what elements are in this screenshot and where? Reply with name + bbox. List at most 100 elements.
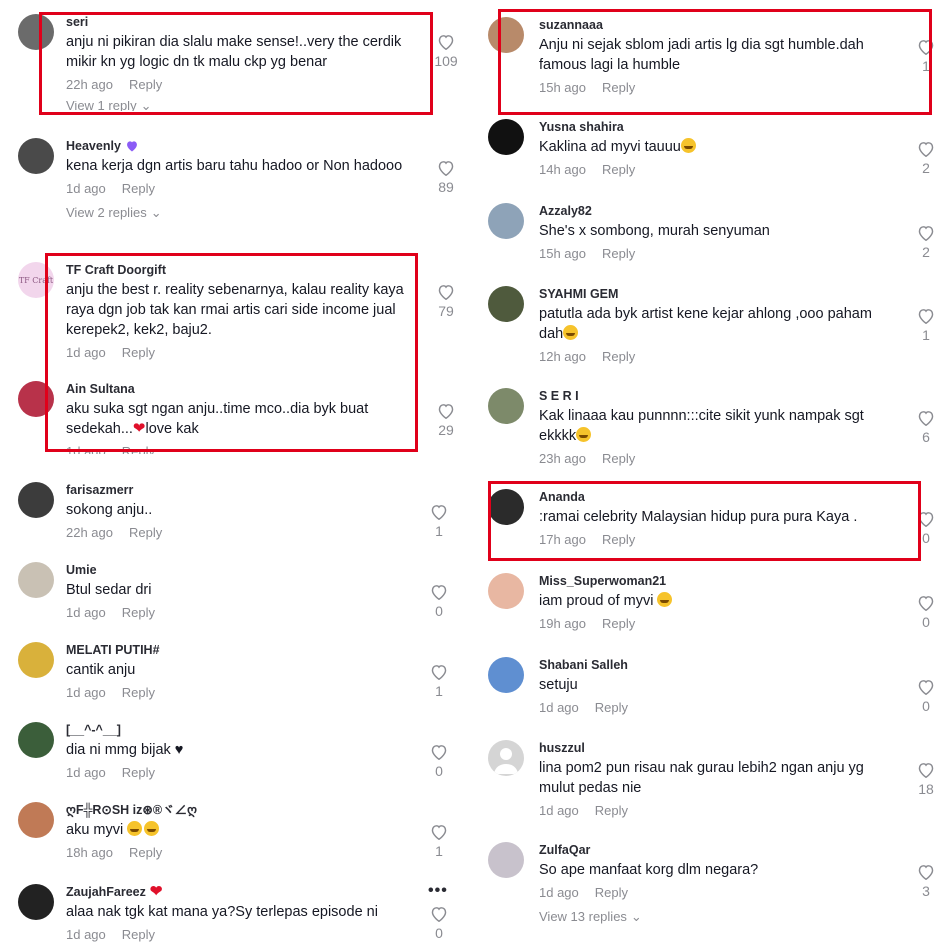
laughing-face-emoji-icon — [144, 821, 160, 836]
like-button[interactable]: 1 — [424, 664, 454, 700]
like-button[interactable]: 109 — [431, 34, 461, 70]
comment-username[interactable]: SYAHMI GEM — [539, 286, 899, 302]
like-button[interactable]: 6 — [911, 410, 941, 446]
comment-username[interactable]: Ain Sultana — [66, 381, 426, 397]
avatar[interactable] — [488, 657, 524, 693]
reply-button[interactable]: Reply — [595, 700, 628, 715]
reply-button[interactable]: Reply — [595, 885, 628, 900]
like-count: 29 — [438, 422, 454, 438]
avatar[interactable]: TF Craft — [18, 262, 54, 298]
comment-username[interactable]: farisazmerr — [66, 482, 426, 498]
comment-time: 1d ago — [66, 765, 106, 780]
like-button[interactable]: 29 — [431, 403, 461, 439]
comment-time: 15h ago — [539, 246, 586, 261]
comment-username[interactable]: Miss_Superwoman21 — [539, 573, 899, 589]
comment-username[interactable]: TF Craft Doorgift — [66, 262, 426, 278]
like-button[interactable]: 89 — [431, 160, 461, 196]
comment-text: Kak linaaa kau punnnn:::cite sikit yunk … — [539, 408, 864, 444]
comment-username[interactable]: [__^-^__] — [66, 722, 426, 738]
avatar[interactable] — [18, 14, 54, 50]
reply-button[interactable]: Reply — [602, 616, 635, 631]
view-replies-button[interactable]: View 1 reply ⌄ — [66, 101, 426, 111]
view-replies-button[interactable]: View 13 replies ⌄ — [539, 909, 899, 925]
avatar[interactable] — [488, 573, 524, 609]
reply-button[interactable]: Reply — [122, 765, 155, 780]
like-button[interactable]: 0 — [911, 679, 941, 715]
more-options-icon[interactable]: ••• — [428, 882, 448, 900]
view-replies-button[interactable]: View 2 replies ⌄ — [66, 205, 426, 221]
reply-button[interactable]: Reply — [122, 605, 155, 620]
reply-button[interactable]: Reply — [122, 927, 155, 942]
avatar[interactable] — [18, 722, 54, 758]
avatar[interactable] — [18, 642, 54, 678]
reply-button[interactable]: Reply — [602, 532, 635, 547]
reply-button[interactable]: Reply — [602, 162, 635, 177]
like-button[interactable]: 1 — [424, 824, 454, 860]
comment-username[interactable]: ღF╬R⊙SH iz⊛®ヾ∠ღ — [66, 802, 426, 818]
avatar[interactable] — [18, 381, 54, 417]
reply-button[interactable]: Reply — [122, 345, 155, 360]
comment-username[interactable]: suzannaaa — [539, 17, 899, 33]
heart-icon — [431, 585, 447, 600]
comment-username[interactable]: Heavenly — [66, 138, 426, 154]
reply-button[interactable]: Reply — [602, 80, 635, 95]
like-button[interactable]: 1 — [911, 308, 941, 344]
reply-button[interactable]: Reply — [129, 845, 162, 860]
comment-username[interactable]: huszzul — [539, 740, 899, 756]
avatar[interactable] — [18, 802, 54, 838]
avatar[interactable] — [488, 489, 524, 525]
avatar[interactable] — [488, 17, 524, 53]
like-button[interactable]: 2 — [911, 225, 941, 261]
avatar[interactable] — [488, 286, 524, 322]
like-button[interactable]: 18 — [911, 762, 941, 798]
avatar[interactable] — [18, 138, 54, 174]
comment-text: dia ni mmg bijak ♥ — [66, 742, 184, 758]
comment-time: 1d ago — [66, 927, 106, 942]
reply-button[interactable]: Reply — [122, 181, 155, 196]
heart-icon — [438, 285, 454, 300]
comment-username[interactable]: S E R I — [539, 388, 899, 404]
reply-button[interactable]: Reply — [122, 685, 155, 700]
reply-button[interactable]: Reply — [602, 246, 635, 261]
like-count: 1 — [922, 327, 930, 343]
like-button[interactable]: 1 — [424, 504, 454, 540]
comment-username[interactable]: Umie — [66, 562, 426, 578]
comment-username[interactable]: Azzaly82 — [539, 203, 899, 219]
reply-button[interactable]: Reply — [129, 77, 162, 92]
like-button[interactable]: 0 — [911, 511, 941, 547]
comment-username[interactable]: Yusna shahira — [539, 119, 899, 135]
reply-button[interactable]: Reply — [129, 525, 162, 540]
heart-icon — [431, 825, 447, 840]
comment-username[interactable]: ZaujahFareez ❤ — [66, 884, 426, 900]
comment-text: patutla ada byk artist kene kejar ahlong… — [539, 306, 872, 342]
avatar[interactable] — [488, 119, 524, 155]
avatar[interactable] — [488, 740, 524, 776]
avatar[interactable] — [488, 842, 524, 878]
like-button[interactable]: 0 — [424, 584, 454, 620]
comment-username[interactable]: seri — [66, 14, 426, 30]
avatar[interactable] — [18, 884, 54, 920]
reply-button[interactable]: Reply — [602, 349, 635, 364]
like-count: 0 — [435, 925, 443, 941]
reply-button[interactable]: Reply — [595, 803, 628, 818]
comment-username[interactable]: Ananda — [539, 489, 899, 505]
like-count: 1 — [435, 523, 443, 539]
reply-button[interactable]: Reply — [122, 444, 155, 454]
comment-username[interactable]: ZulfaQar — [539, 842, 899, 858]
like-button[interactable]: 0 — [424, 906, 454, 942]
avatar[interactable] — [18, 562, 54, 598]
like-button[interactable]: 0 — [911, 595, 941, 631]
comment-username[interactable]: Shabani Salleh — [539, 657, 899, 673]
comment-username[interactable]: MELATI PUTIH# — [66, 642, 426, 658]
avatar[interactable] — [18, 482, 54, 518]
like-button[interactable]: 1 — [911, 39, 941, 75]
like-button[interactable]: 79 — [431, 284, 461, 320]
like-count: 79 — [438, 303, 454, 319]
like-count: 3 — [922, 883, 930, 899]
like-button[interactable]: 0 — [424, 744, 454, 780]
avatar[interactable] — [488, 203, 524, 239]
reply-button[interactable]: Reply — [602, 451, 635, 466]
like-button[interactable]: 2 — [911, 141, 941, 177]
like-button[interactable]: 3 — [911, 864, 941, 900]
avatar[interactable] — [488, 388, 524, 424]
